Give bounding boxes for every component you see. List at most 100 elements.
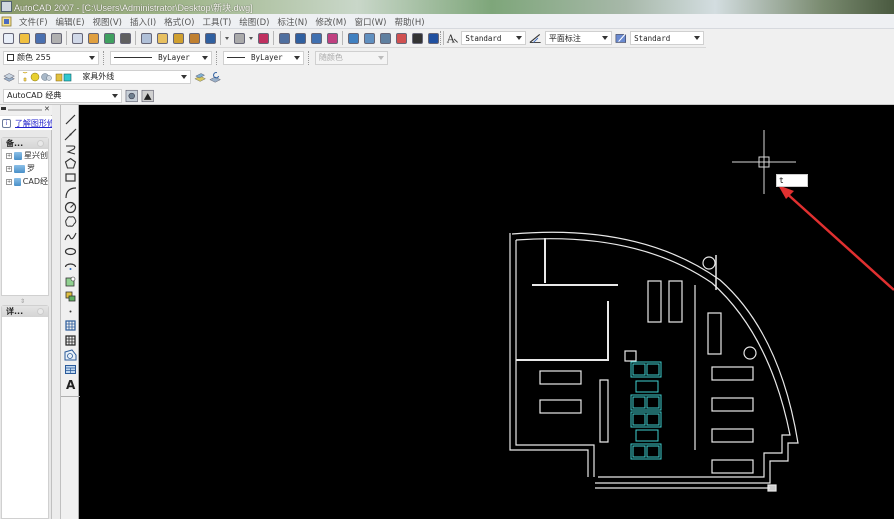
zoom-realtime-icon[interactable] bbox=[277, 31, 291, 45]
minimize-icon[interactable] bbox=[1, 107, 6, 110]
block-editor-icon[interactable] bbox=[187, 31, 201, 45]
text-style-icon[interactable]: A bbox=[446, 31, 459, 45]
spline-icon[interactable] bbox=[64, 230, 77, 243]
learn-link[interactable]: 了解图形修 bbox=[15, 118, 52, 129]
cut-icon[interactable] bbox=[118, 31, 132, 45]
workspace-select[interactable]: AutoCAD 经典 bbox=[3, 88, 123, 103]
plot-icon[interactable] bbox=[49, 31, 63, 45]
toolbar-grip[interactable] bbox=[307, 50, 311, 65]
toolbar-area: A Standard 平面标注 Standard 颜色 255 ByLayer … bbox=[0, 29, 894, 105]
autocad-app-icon[interactable] bbox=[1, 1, 12, 12]
document-icon[interactable] bbox=[1, 15, 13, 27]
drawing-canvas[interactable]: t bbox=[80, 105, 894, 519]
polygon-icon[interactable] bbox=[64, 157, 77, 170]
close-icon[interactable]: ✕ bbox=[44, 105, 50, 113]
text-style-select[interactable]: Standard bbox=[461, 31, 527, 45]
publish-icon[interactable] bbox=[86, 31, 100, 45]
point-icon[interactable] bbox=[64, 305, 77, 318]
plot-preview-icon[interactable] bbox=[70, 31, 84, 45]
menu-item[interactable]: 修改(M) bbox=[311, 16, 350, 28]
3d-dwf-icon[interactable] bbox=[102, 31, 116, 45]
pan-icon[interactable] bbox=[256, 31, 270, 45]
properties-icon[interactable] bbox=[325, 31, 339, 45]
linetype-select[interactable]: ByLayer bbox=[110, 50, 213, 65]
redo-icon[interactable] bbox=[232, 31, 246, 45]
rectangle-icon[interactable] bbox=[64, 171, 77, 184]
markup-icon[interactable] bbox=[394, 31, 408, 45]
insert-block-icon[interactable] bbox=[64, 275, 77, 288]
color-select[interactable]: 颜色 255 bbox=[3, 50, 100, 65]
layer-previous-icon[interactable] bbox=[209, 70, 221, 84]
zoom-window-icon[interactable] bbox=[293, 31, 307, 45]
expand-icon[interactable]: + bbox=[6, 165, 12, 172]
palette-grip[interactable] bbox=[8, 109, 42, 111]
circle-icon[interactable] bbox=[64, 201, 77, 214]
toolbar-grip[interactable] bbox=[440, 31, 443, 45]
tree-item[interactable]: + 罗 bbox=[2, 162, 48, 175]
menu-item[interactable]: 标注(N) bbox=[273, 16, 311, 28]
construction-line-icon[interactable] bbox=[64, 128, 77, 141]
ellipse-arc-icon[interactable] bbox=[64, 260, 77, 273]
plot-style-select[interactable]: 随颜色 bbox=[314, 50, 388, 65]
collapse-icon[interactable] bbox=[37, 308, 44, 315]
menu-item[interactable]: 格式(O) bbox=[160, 16, 198, 28]
save-icon[interactable] bbox=[33, 31, 47, 45]
make-object-layer-current-icon[interactable] bbox=[194, 70, 207, 84]
paste-icon[interactable] bbox=[155, 31, 169, 45]
collapse-icon[interactable] bbox=[37, 140, 44, 147]
workspace-settings-icon[interactable] bbox=[125, 89, 138, 103]
dim-style-select[interactable]: 平面标注 bbox=[544, 31, 612, 45]
match-properties-icon[interactable] bbox=[171, 31, 185, 45]
table-style-icon[interactable] bbox=[615, 31, 628, 45]
toolbar-grip[interactable] bbox=[216, 50, 219, 65]
toolbar-grip[interactable] bbox=[103, 50, 106, 65]
region-icon[interactable] bbox=[64, 349, 77, 362]
palette-titlebar[interactable]: ✕ bbox=[0, 105, 52, 115]
menu-item[interactable]: 帮助(H) bbox=[391, 16, 429, 28]
undo-icon[interactable] bbox=[203, 31, 217, 45]
arc-icon[interactable] bbox=[64, 186, 77, 199]
expand-icon[interactable]: + bbox=[6, 178, 12, 185]
layer-select[interactable]: 家具外线 bbox=[18, 69, 192, 84]
my-workspace-icon[interactable] bbox=[141, 89, 154, 103]
make-block-icon[interactable] bbox=[64, 290, 77, 303]
hatch-icon[interactable] bbox=[64, 319, 77, 332]
undo-dropdown-icon[interactable] bbox=[224, 31, 230, 45]
splitter-handle[interactable]: ⇕ bbox=[20, 298, 25, 305]
menu-item[interactable]: 工具(T) bbox=[198, 16, 235, 28]
lineweight-select[interactable]: ByLayer bbox=[223, 50, 304, 65]
open-icon[interactable] bbox=[17, 31, 31, 45]
new-icon[interactable] bbox=[1, 31, 15, 45]
table-icon[interactable] bbox=[64, 363, 77, 376]
ellipse-icon[interactable] bbox=[64, 245, 77, 258]
desk bbox=[668, 280, 683, 323]
gradient-icon[interactable] bbox=[64, 334, 77, 347]
design-center-icon[interactable] bbox=[346, 31, 360, 45]
section-1-header[interactable]: 备... bbox=[2, 138, 48, 149]
menu-item[interactable]: 绘图(D) bbox=[235, 16, 273, 28]
multiline-text-icon[interactable]: A bbox=[64, 377, 77, 390]
tree-item[interactable]: + CAD经 bbox=[2, 175, 48, 188]
zoom-previous-icon[interactable] bbox=[309, 31, 323, 45]
polyline-icon[interactable] bbox=[64, 143, 77, 156]
layer-manager-icon[interactable] bbox=[3, 70, 15, 84]
menu-item[interactable]: 插入(I) bbox=[126, 16, 160, 28]
section-2-header[interactable]: 详... bbox=[2, 306, 48, 317]
sheet-set-icon[interactable] bbox=[378, 31, 392, 45]
menu-item[interactable]: 文件(F) bbox=[15, 16, 52, 28]
line-icon[interactable] bbox=[64, 113, 77, 126]
tool-palettes-icon[interactable] bbox=[362, 31, 376, 45]
quick-calc-icon[interactable] bbox=[410, 31, 424, 45]
dim-style-icon[interactable] bbox=[529, 31, 542, 45]
menu-item[interactable]: 编辑(E) bbox=[52, 16, 89, 28]
menu-item[interactable]: 视图(V) bbox=[89, 16, 126, 28]
tree-item[interactable]: + 星兴创 bbox=[2, 149, 48, 162]
table-style-select[interactable]: Standard bbox=[630, 31, 705, 45]
copy-icon[interactable] bbox=[139, 31, 153, 45]
menu-item[interactable]: 窗口(W) bbox=[350, 16, 390, 28]
expand-icon[interactable]: + bbox=[6, 152, 12, 159]
dynamic-input-field[interactable]: t bbox=[776, 174, 808, 187]
redo-dropdown-icon[interactable] bbox=[248, 31, 254, 45]
sofa bbox=[632, 445, 646, 458]
revision-cloud-icon[interactable] bbox=[64, 215, 77, 228]
